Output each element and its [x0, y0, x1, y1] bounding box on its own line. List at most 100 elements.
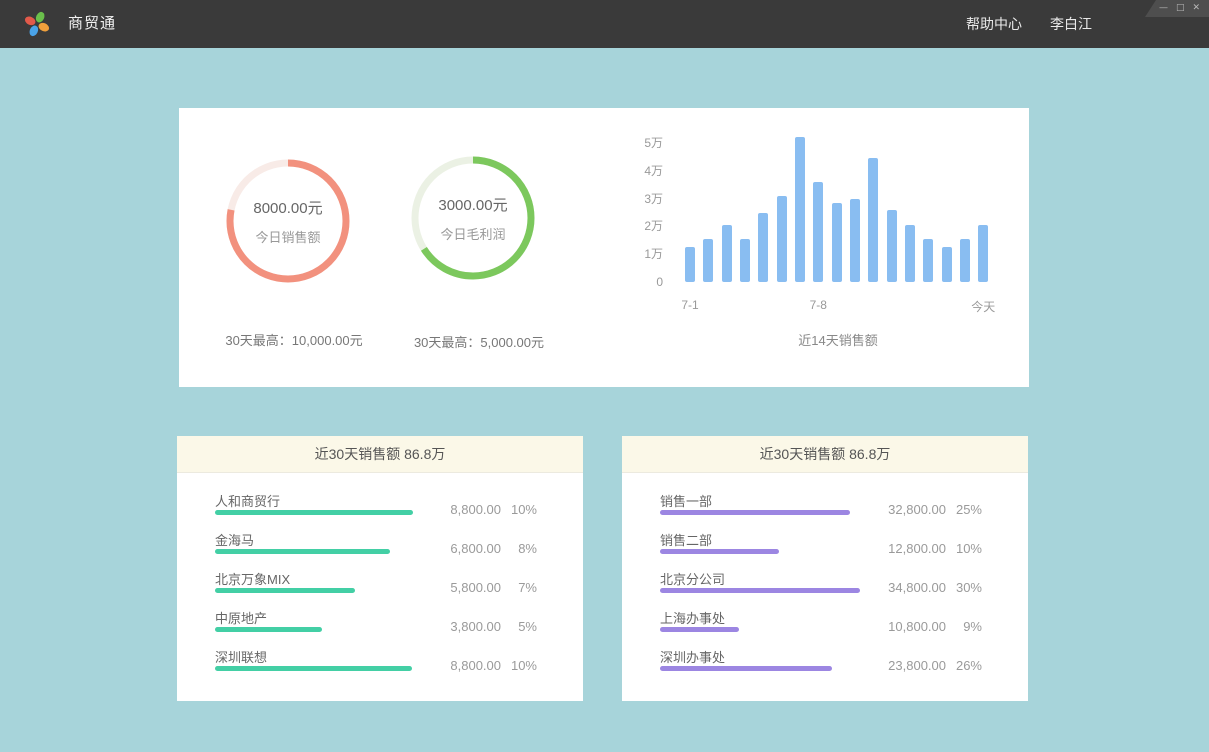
y-axis-tick: 3万 [599, 192, 663, 206]
sales-bar [703, 239, 713, 282]
rank-row-bar [215, 666, 412, 671]
rank-row-name: 深圳联想 [215, 647, 267, 666]
sales-bar [685, 247, 695, 282]
sales-30day-max-caption: 30天最高：10,000.00元 [188, 330, 400, 349]
y-axis-tick: 2万 [599, 219, 663, 233]
rank-row-value: 32,800.00 25% [874, 502, 982, 517]
rank-row: 北京万象MIX 5,800.00 7% [215, 567, 537, 606]
profit-30day-max-caption: 30天最高：5,000.00元 [373, 332, 585, 351]
y-axis-tick: 4万 [599, 164, 663, 178]
sales-bar [795, 137, 805, 282]
sales-bar [960, 239, 970, 282]
rank-row-percent: 10% [946, 541, 982, 556]
bar-chart-title: 近14天销售额 [685, 330, 991, 349]
x-axis-label: 7-1 [681, 298, 698, 312]
rank-row: 人和商贸行 8,800.00 10% [215, 489, 537, 528]
today-profit-value: 3000.00元 [438, 194, 507, 215]
rank-row-bar [660, 588, 860, 593]
rank-row-percent: 9% [946, 619, 982, 634]
rank-card-header: 近30天销售额 86.8万 [177, 436, 583, 473]
rank-row-percent: 10% [501, 502, 537, 517]
sales-bar [942, 247, 952, 282]
rank-row-amount: 6,800.00 [429, 541, 501, 556]
rank-row-percent: 26% [946, 658, 982, 673]
rank-row-value: 10,800.00 9% [874, 619, 982, 634]
rank-row-bar [660, 666, 832, 671]
sales-bar [832, 203, 842, 282]
rank-row: 销售二部 12,800.00 10% [660, 528, 982, 567]
today-profit-gauge: 3000.00元 今日毛利润 [407, 152, 539, 284]
rank-row-value: 3,800.00 5% [429, 619, 537, 634]
gauge-center-text: 3000.00元 今日毛利润 [407, 152, 539, 284]
minimize-button[interactable]: — [1159, 4, 1168, 13]
rank-row-percent: 10% [501, 658, 537, 673]
rank-row-bar [660, 627, 739, 632]
rank-row-name: 金海马 [215, 530, 254, 549]
today-profit-label: 今日毛利润 [440, 224, 505, 243]
rank-row-name: 人和商贸行 [215, 491, 280, 510]
sales-bar [868, 158, 878, 282]
sales-bar [887, 210, 897, 282]
maximize-button[interactable]: □ [1176, 4, 1185, 13]
rank-row-name: 北京分公司 [660, 569, 725, 588]
today-sales-gauge: 8000.00元 今日销售额 [222, 155, 354, 287]
rank-row-bar [660, 549, 779, 554]
daily-sales-bar-chart [685, 132, 991, 282]
rank-row-value: 12,800.00 10% [874, 541, 982, 556]
rank-row-bar [215, 549, 390, 554]
app-title: 商贸通 [68, 0, 116, 48]
customer-rank-card: 近30天销售额 86.8万 人和商贸行 8,800.00 10% 金海马 6,8… [177, 436, 583, 701]
rank-card-body: 销售一部 32,800.00 25% 销售二部 12,800.00 10% 北京… [622, 473, 1028, 684]
sales-bar [850, 199, 860, 282]
department-rank-card: 近30天销售额 86.8万 销售一部 32,800.00 25% 销售二部 12… [622, 436, 1028, 701]
sales-bar [722, 225, 732, 282]
rank-row: 上海办事处 10,800.00 9% [660, 606, 982, 645]
rank-row-percent: 5% [501, 619, 537, 634]
x-axis-label: 7-8 [810, 298, 827, 312]
help-center-link[interactable]: 帮助中心 [966, 14, 1022, 34]
rank-row: 金海马 6,800.00 8% [215, 528, 537, 567]
rank-row-bar [660, 510, 850, 515]
rank-row-bar [215, 627, 322, 632]
rank-row-amount: 5,800.00 [429, 580, 501, 595]
rank-row: 深圳联想 8,800.00 10% [215, 645, 537, 684]
close-button[interactable]: ✕ [1192, 4, 1200, 13]
app-titlebar: 商贸通 帮助中心 李白江 — □ ✕ [0, 0, 1209, 48]
window-controls: — □ ✕ [1145, 0, 1209, 17]
rank-row-name: 深圳办事处 [660, 647, 725, 666]
rank-row-bar [215, 588, 355, 593]
titlebar-right: 帮助中心 李白江 [966, 0, 1092, 48]
y-axis-tick: 1万 [599, 247, 663, 261]
bar-chart-x-axis: 7-17-8今天 [685, 298, 991, 314]
bar-chart-y-axis: 5万4万3万2万1万0 [599, 136, 663, 296]
rank-row-percent: 7% [501, 580, 537, 595]
gauge-center-text: 8000.00元 今日销售额 [222, 155, 354, 287]
y-axis-tick: 0 [599, 275, 663, 289]
rank-row-percent: 30% [946, 580, 982, 595]
rank-row-value: 5,800.00 7% [429, 580, 537, 595]
sales-bar [758, 213, 768, 283]
rank-row-name: 北京万象MIX [215, 569, 290, 588]
rank-row-amount: 32,800.00 [874, 502, 946, 517]
rank-row-amount: 34,800.00 [874, 580, 946, 595]
overview-card: 8000.00元 今日销售额 30天最高：10,000.00元 3000.00元… [179, 108, 1029, 387]
sales-bar [813, 182, 823, 282]
rank-row-value: 34,800.00 30% [874, 580, 982, 595]
user-name[interactable]: 李白江 [1050, 14, 1092, 34]
today-sales-label: 今日销售额 [255, 227, 320, 246]
rank-row-name: 销售二部 [660, 530, 712, 549]
rank-row-value: 8,800.00 10% [429, 658, 537, 673]
rank-card-header: 近30天销售额 86.8万 [622, 436, 1028, 473]
rank-row-name: 上海办事处 [660, 608, 725, 627]
rank-row-amount: 8,800.00 [429, 658, 501, 673]
rank-row: 北京分公司 34,800.00 30% [660, 567, 982, 606]
sales-bar [978, 225, 988, 282]
sales-bar [905, 225, 915, 282]
x-axis-label: 今天 [971, 298, 995, 315]
rank-row-amount: 10,800.00 [874, 619, 946, 634]
rank-row-amount: 12,800.00 [874, 541, 946, 556]
rank-row-amount: 23,800.00 [874, 658, 946, 673]
rank-row: 中原地产 3,800.00 5% [215, 606, 537, 645]
rank-row-value: 8,800.00 10% [429, 502, 537, 517]
today-sales-value: 8000.00元 [253, 197, 322, 218]
